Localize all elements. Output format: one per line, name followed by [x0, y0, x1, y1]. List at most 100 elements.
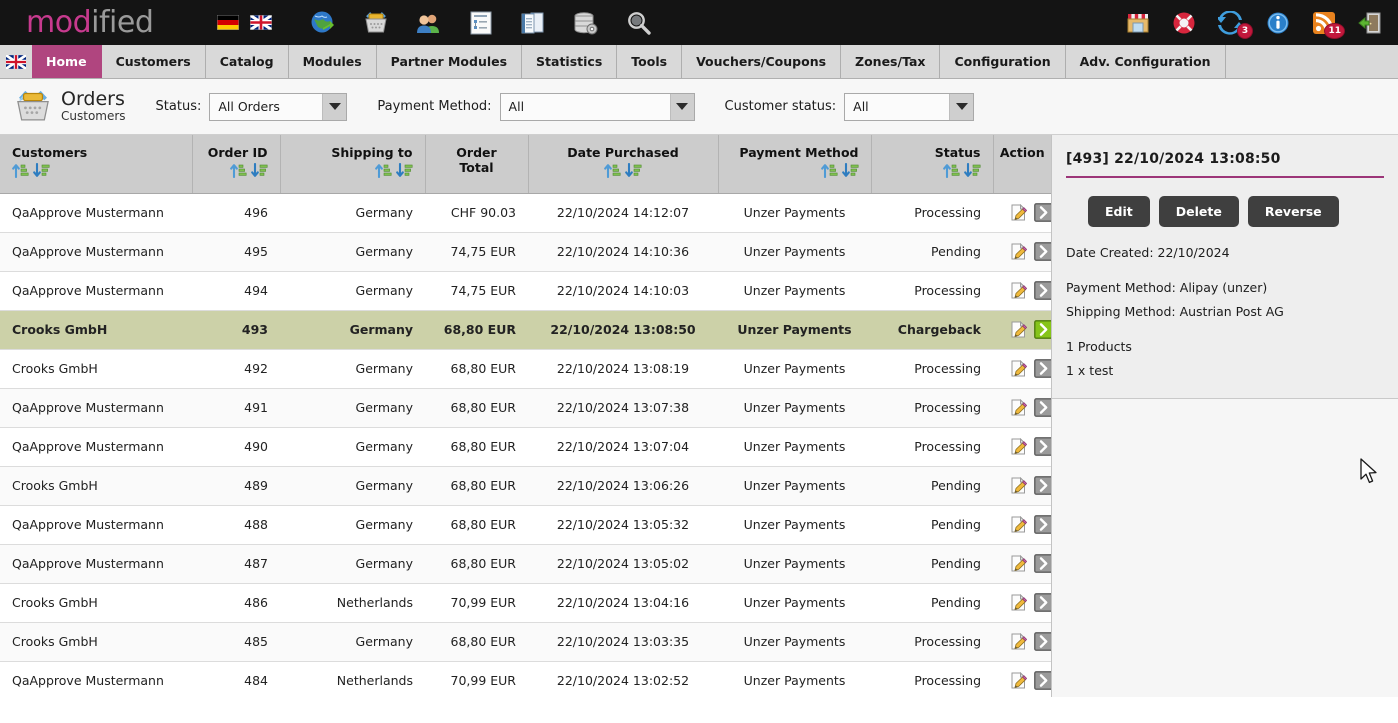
nav-item-configuration[interactable]: Configuration	[940, 45, 1066, 78]
table-row[interactable]: Crooks GmbH 493 Germany 68,80 EUR 22/10/2024…	[0, 310, 1051, 350]
sort-descending-icon[interactable]	[250, 163, 268, 178]
open-arrow-icon[interactable]	[1034, 437, 1051, 456]
globe-shop-icon[interactable]	[310, 10, 336, 36]
column-header-order-total[interactable]: Order Total	[425, 135, 529, 194]
sort-ascending-icon[interactable]	[374, 163, 392, 178]
edit-pencil-icon[interactable]	[1010, 399, 1027, 416]
database-icon[interactable]	[573, 11, 599, 35]
edit-pencil-icon[interactable]	[1010, 243, 1027, 260]
table-row[interactable]: QaApprove Mustermann 488 Germany 68,80 EUR 2…	[0, 505, 1051, 545]
customer-status-select[interactable]: All	[844, 92, 975, 121]
edit-pencil-icon[interactable]	[1010, 516, 1027, 533]
order-id-cell: 496	[192, 193, 280, 233]
nav-item-home[interactable]: Home	[32, 45, 102, 78]
chevron-down-icon[interactable]	[669, 93, 694, 120]
customers-icon[interactable]	[416, 11, 442, 35]
edit-pencil-icon[interactable]	[1010, 594, 1027, 611]
open-arrow-icon[interactable]	[1034, 242, 1051, 261]
table-row[interactable]: QaApprove Mustermann 496 Germany CHF 90.03 2…	[0, 193, 1051, 233]
nav-item-customers[interactable]: Customers	[102, 45, 206, 78]
table-row[interactable]: QaApprove Mustermann 487 Germany 68,80 EUR 2…	[0, 544, 1051, 584]
column-header-order-id[interactable]: Order ID	[192, 135, 281, 194]
sort-ascending-icon[interactable]	[604, 163, 621, 178]
edit-pencil-icon[interactable]	[1010, 204, 1027, 221]
column-header-date-purchased[interactable]: Date Purchased	[528, 135, 719, 194]
open-arrow-icon[interactable]	[1034, 359, 1051, 378]
open-arrow-icon[interactable]	[1034, 320, 1051, 339]
catalog-icon[interactable]	[469, 11, 493, 35]
table-row[interactable]: Crooks GmbH 489 Germany 68,80 EUR 22/10/2024…	[0, 466, 1051, 506]
edit-pencil-icon[interactable]	[1010, 360, 1027, 377]
reverse-button[interactable]: Reverse	[1247, 196, 1339, 227]
table-row[interactable]: Crooks GmbH 492 Germany 68,80 EUR 22/10/2024…	[0, 349, 1051, 389]
rss-feed-icon[interactable]: 11	[1312, 11, 1345, 39]
open-arrow-icon[interactable]	[1034, 671, 1051, 690]
nav-item-catalog[interactable]: Catalog	[206, 45, 289, 78]
column-header-customers[interactable]: Customers	[0, 135, 193, 194]
nav-item-vouchers-coupons[interactable]: Vouchers/Coupons	[682, 45, 842, 78]
table-row[interactable]: Crooks GmbH 486 Netherlands 70,99 EUR 22/10/…	[0, 583, 1051, 623]
sort-ascending-icon[interactable]	[820, 163, 838, 178]
table-row[interactable]: QaApprove Mustermann 490 Germany 68,80 EUR 2…	[0, 427, 1051, 467]
order-id-cell: 493	[192, 310, 280, 350]
order-payment-cell: Unzer Payments	[718, 271, 871, 311]
sort-descending-icon[interactable]	[625, 163, 642, 178]
open-arrow-icon[interactable]	[1034, 554, 1051, 573]
table-row[interactable]: QaApprove Mustermann 495 Germany 74,75 EUR 2…	[0, 232, 1051, 272]
sort-ascending-icon[interactable]	[12, 163, 29, 178]
nav-item-tools[interactable]: Tools	[617, 45, 683, 78]
sort-ascending-icon[interactable]	[229, 163, 247, 178]
nav-item-adv-configuration[interactable]: Adv. Configuration	[1066, 45, 1226, 78]
edit-pencil-icon[interactable]	[1010, 555, 1027, 572]
edit-pencil-icon[interactable]	[1010, 438, 1027, 455]
sort-descending-icon[interactable]	[33, 163, 50, 178]
order-status-cell: Pending	[871, 583, 993, 623]
search-icon[interactable]	[626, 10, 652, 36]
nav-item-statistics[interactable]: Statistics	[522, 45, 618, 78]
nav-item-zones-tax[interactable]: Zones/Tax	[841, 45, 941, 78]
column-header-shipping-to[interactable]: Shipping to	[280, 135, 426, 194]
english-flag-icon[interactable]	[250, 15, 273, 30]
edit-pencil-icon[interactable]	[1010, 633, 1027, 650]
sort-descending-icon[interactable]	[963, 163, 981, 178]
edit-button[interactable]: Edit	[1088, 196, 1150, 227]
table-row[interactable]: QaApprove Mustermann 491 Germany 68,80 EUR 2…	[0, 388, 1051, 428]
edit-pencil-icon[interactable]	[1010, 672, 1027, 689]
uk-flag-icon[interactable]	[0, 45, 32, 78]
delete-button[interactable]: Delete	[1158, 196, 1239, 227]
modules-icon[interactable]	[520, 11, 546, 35]
brand-logo[interactable]: modified	[26, 7, 154, 38]
table-row[interactable]: QaApprove Mustermann 484 Netherlands 70,99 …	[0, 661, 1051, 697]
open-arrow-icon[interactable]	[1034, 593, 1051, 612]
open-arrow-icon[interactable]	[1034, 398, 1051, 417]
table-row[interactable]: Crooks GmbH 485 Germany 68,80 EUR 22/10/2024…	[0, 622, 1051, 662]
edit-pencil-icon[interactable]	[1010, 321, 1027, 338]
basket-orders-icon[interactable]	[363, 11, 389, 35]
column-header-status[interactable]: Status	[871, 135, 994, 194]
table-row[interactable]: QaApprove Mustermann 494 Germany 74,75 EUR 2…	[0, 271, 1051, 311]
edit-pencil-icon[interactable]	[1010, 282, 1027, 299]
open-arrow-icon[interactable]	[1034, 281, 1051, 300]
update-sync-icon[interactable]: 3	[1218, 10, 1253, 39]
shop-front-icon[interactable]	[1126, 12, 1150, 34]
sort-ascending-icon[interactable]	[942, 163, 960, 178]
lifebuoy-support-icon[interactable]	[1172, 11, 1196, 35]
sort-descending-icon[interactable]	[395, 163, 413, 178]
chevron-down-icon[interactable]	[322, 93, 347, 120]
german-flag-icon[interactable]	[217, 15, 240, 30]
column-header-payment-method[interactable]: Payment Method	[718, 135, 872, 194]
info-icon[interactable]	[1266, 11, 1290, 35]
nav-item-partner-modules[interactable]: Partner Modules	[377, 45, 523, 78]
nav-item-modules[interactable]: Modules	[289, 45, 377, 78]
sort-descending-icon[interactable]	[841, 163, 859, 178]
open-arrow-icon[interactable]	[1034, 476, 1051, 495]
logout-icon[interactable]	[1358, 11, 1382, 35]
chevron-down-icon[interactable]	[949, 93, 974, 120]
open-arrow-icon[interactable]	[1034, 515, 1051, 534]
edit-pencil-icon[interactable]	[1010, 477, 1027, 494]
open-arrow-icon[interactable]	[1034, 203, 1051, 222]
status-select[interactable]: All Orders	[209, 92, 348, 121]
payment-method-select[interactable]: All	[499, 92, 695, 121]
nav-item-statistics-label: Statistics	[536, 54, 603, 69]
open-arrow-icon[interactable]	[1034, 632, 1051, 651]
